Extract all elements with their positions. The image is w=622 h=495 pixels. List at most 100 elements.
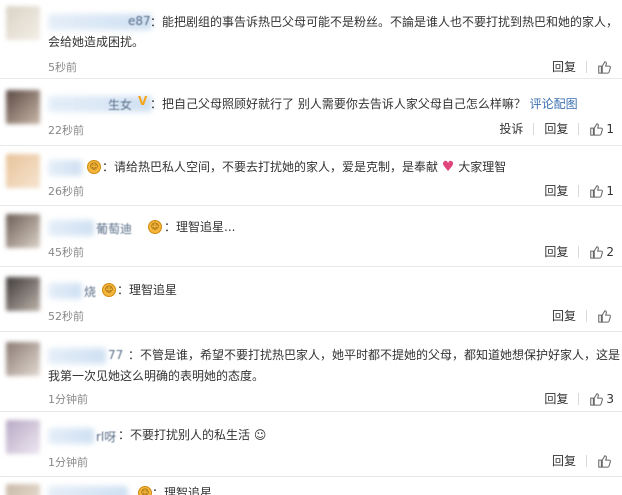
- timestamp: 1分钟前: [48, 393, 88, 406]
- verified-icon: V: [138, 94, 148, 108]
- avatar[interactable]: [6, 154, 40, 188]
- like-button[interactable]: 3: [589, 392, 614, 406]
- thumbs-up-icon: [598, 60, 611, 74]
- timestamp: 1分钟前: [48, 456, 88, 469]
- username[interactable]: [48, 96, 152, 112]
- like-count: 3: [606, 391, 614, 406]
- username[interactable]: [48, 348, 106, 364]
- comment-text-line: ：不管是谁，希望不要打扰热巴家人，她平时都不提她的父母，都知道她想保护好家人，这…: [128, 348, 621, 362]
- reply-button[interactable]: 回复: [552, 58, 576, 75]
- comment-actions: 回复 1: [544, 182, 614, 199]
- divider: [586, 60, 587, 73]
- like-button[interactable]: 2: [589, 245, 614, 259]
- reply-button[interactable]: 回复: [552, 307, 576, 324]
- avatar[interactable]: [6, 342, 40, 376]
- divider: [533, 122, 535, 135]
- comment-text: 大家理智: [458, 160, 507, 174]
- timestamp: 22秒前: [48, 124, 84, 137]
- comment-text-line: ：理智追星: [152, 486, 213, 495]
- comment-text: ：请给热巴私人空间，不要去打扰她的家人，爱是克制，是奉献: [102, 160, 439, 174]
- comment-actions: 回复: [552, 58, 614, 75]
- emoji-icon: ☺: [253, 428, 267, 442]
- like-button[interactable]: [597, 454, 614, 468]
- report-button[interactable]: 投诉: [499, 120, 523, 137]
- divider: [578, 392, 580, 405]
- username[interactable]: [48, 486, 128, 495]
- avatar[interactable]: [6, 214, 40, 248]
- image-link[interactable]: 评论配图: [530, 97, 578, 111]
- thumbs-up-icon: [590, 245, 604, 259]
- divider: [586, 454, 587, 467]
- comment-item: rl呀 ：不要打扰别人的私生活 ☺ 1分钟前 回复: [0, 412, 622, 477]
- comment-actions: 回复 3: [544, 390, 614, 407]
- like-button[interactable]: [597, 309, 614, 323]
- reply-button[interactable]: 回复: [544, 120, 568, 137]
- username[interactable]: [48, 428, 94, 444]
- comment-text-line: ：不要打扰别人的私生活 ☺: [118, 426, 266, 445]
- comment-item: 烧 ☺ ：理智追星 52秒前 回复: [0, 267, 622, 332]
- reply-button[interactable]: 回复: [544, 182, 568, 199]
- username-tail[interactable]: 77: [108, 348, 123, 362]
- avatar[interactable]: [6, 420, 40, 454]
- username-tail[interactable]: rl呀: [96, 428, 116, 445]
- comment-text: ：把自己父母照顾好就行了 别人需要你去告诉人家父母自己怎么样嘛？: [150, 97, 526, 111]
- comment-actions: 回复: [552, 307, 614, 324]
- comment-actions: 回复 2: [544, 243, 614, 260]
- username-tail[interactable]: 烧: [84, 283, 96, 300]
- comment-text-line: 我第一次见她这么明确的表明她的态度。: [48, 369, 265, 383]
- divider: [0, 78, 622, 79]
- thumbs-up-icon: [590, 392, 604, 406]
- avatar[interactable]: [6, 90, 40, 124]
- comment-text: ：不要打扰别人的私生活: [118, 428, 251, 442]
- timestamp: 45秒前: [48, 246, 84, 259]
- comment-text-line: ：理智追星: [117, 283, 178, 297]
- like-button[interactable]: [597, 60, 614, 74]
- comment-text-line: ：请给热巴私人空间，不要去打扰她的家人，爱是克制，是奉献 ♥ 大家理智: [102, 158, 506, 177]
- comment-actions: 回复: [552, 452, 614, 469]
- username-tail[interactable]: 葡萄迪: [96, 220, 132, 237]
- username-tail[interactable]: e87: [128, 14, 151, 28]
- divider: [0, 476, 622, 477]
- comment-item: 77 ：不管是谁，希望不要打扰热巴家人，她平时都不提她的父母，都知道她想保护好家…: [0, 332, 622, 412]
- username[interactable]: [48, 283, 82, 299]
- comment-item: e87 ：能把剧组的事告诉热巴父母可能不是粉丝。不論是谁人也不要打扰到热巴和她的…: [0, 0, 622, 79]
- member-badge-icon: ☺: [138, 486, 152, 495]
- comment-item: 生女 V ：把自己父母照顾好就行了 别人需要你去告诉人家父母自己怎么样嘛？ 评论…: [0, 80, 622, 146]
- member-badge-icon: ☺: [102, 283, 116, 297]
- comment-item: ☺ ：理智追星: [0, 478, 622, 495]
- avatar[interactable]: [6, 484, 40, 495]
- divider: [586, 309, 587, 322]
- comment-text-line: 会给她造成困扰。: [48, 35, 145, 49]
- thumbs-up-icon: [590, 184, 604, 198]
- username[interactable]: [48, 220, 94, 236]
- reply-button[interactable]: 回复: [544, 243, 568, 260]
- thumbs-up-icon: [590, 122, 604, 136]
- avatar[interactable]: [6, 277, 40, 311]
- username[interactable]: [48, 160, 82, 176]
- like-count: 2: [606, 244, 614, 259]
- comment-text-line: ：把自己父母照顾好就行了 别人需要你去告诉人家父母自己怎么样嘛？ 评论配图: [150, 95, 578, 114]
- heart-icon: ♥: [441, 159, 455, 175]
- timestamp: 5秒前: [48, 61, 77, 74]
- thumbs-up-icon: [598, 309, 611, 323]
- avatar[interactable]: [6, 6, 40, 40]
- comment-text-line: ：能把剧组的事告诉热巴父母可能不是粉丝。不論是谁人也不要打扰到热巴和她的家人，: [150, 15, 619, 29]
- timestamp: 52秒前: [48, 310, 84, 323]
- username-tail[interactable]: 生女: [108, 96, 132, 113]
- comment-text-line: ：理智追星...: [164, 220, 236, 234]
- like-count: 1: [606, 183, 614, 198]
- reply-button[interactable]: 回复: [544, 390, 568, 407]
- member-badge-icon: ☺: [148, 220, 162, 234]
- thumbs-up-icon: [598, 454, 611, 468]
- timestamp: 26秒前: [48, 185, 84, 198]
- comment-item: 葡萄迪 ☺ ：理智追星... 45秒前 回复 2: [0, 206, 622, 267]
- divider: [578, 184, 580, 197]
- divider: [578, 245, 580, 258]
- reply-button[interactable]: 回复: [552, 452, 576, 469]
- comment-item: ☺ ：请给热巴私人空间，不要去打扰她的家人，爱是克制，是奉献 ♥ 大家理智 26…: [0, 146, 622, 206]
- like-count: 1: [606, 121, 614, 136]
- comment-actions: 投诉 回复 1: [499, 120, 614, 137]
- divider: [578, 122, 580, 135]
- like-button[interactable]: 1: [589, 122, 614, 136]
- like-button[interactable]: 1: [589, 184, 614, 198]
